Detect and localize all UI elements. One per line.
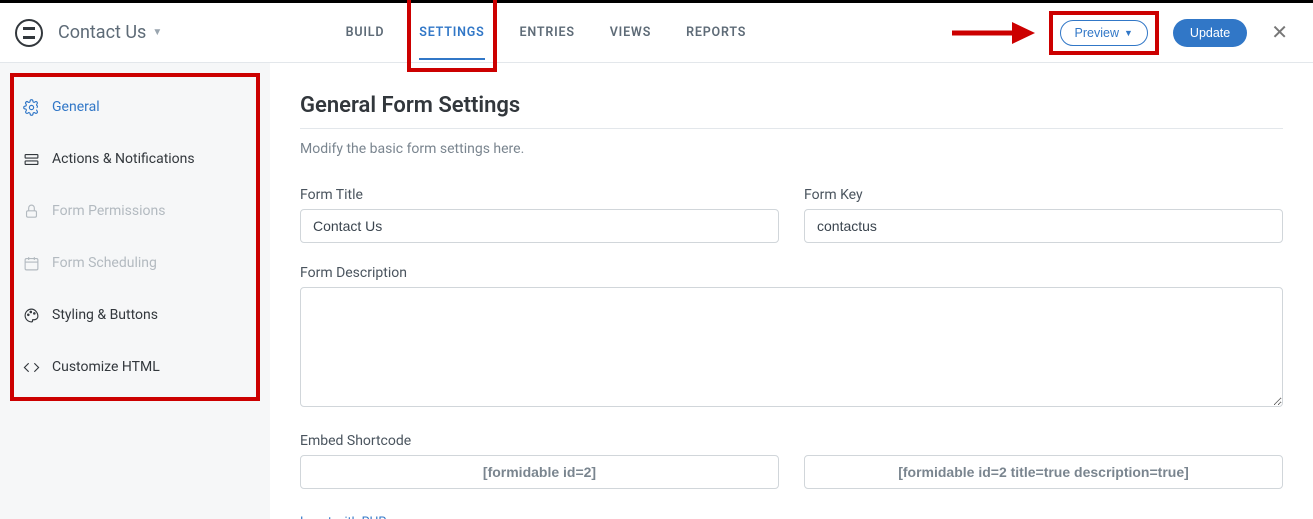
tab-entries[interactable]: ENTRIES [520,5,575,60]
sidebar-item-scheduling[interactable]: Form Scheduling [14,237,256,289]
sidebar-item-label: Form Scheduling [52,255,157,271]
sidebar-item-label: General [52,99,100,115]
sidebar-item-customize-html[interactable]: Customize HTML [14,341,256,393]
close-icon: ✕ [1271,22,1288,44]
preview-button[interactable]: Preview ▼ [1060,20,1148,46]
form-title-label: Form Title [300,187,779,203]
embed-shortcode-label: Embed Shortcode [300,433,1283,449]
caret-down-icon: ▼ [1124,28,1133,38]
sidebar-item-general[interactable]: General [14,81,256,133]
sidebar-item-permissions[interactable]: Form Permissions [14,185,256,237]
form-description-label: Form Description [300,265,1283,281]
form-title-input[interactable] [300,209,779,243]
caret-down-icon: ▼ [152,27,162,38]
page-description: Modify the basic form settings here. [300,141,1283,157]
insert-php-link[interactable]: Insert with PHP [300,515,386,519]
sidebar-item-actions[interactable]: Actions & Notifications [14,133,256,185]
update-button[interactable]: Update [1173,19,1247,47]
form-name-selector[interactable]: Contact Us ▼ [58,22,162,43]
calendar-icon [22,254,40,272]
settings-sidebar: General Actions & Notifications Form Per… [0,63,270,519]
tab-settings[interactable]: SETTINGS [419,5,484,60]
form-name-label: Contact Us [58,22,146,43]
tab-build[interactable]: BUILD [346,5,385,60]
code-icon [22,358,40,376]
close-button[interactable]: ✕ [1261,15,1298,50]
preview-label: Preview [1075,26,1119,40]
form-key-label: Form Key [804,187,1283,203]
form-description-input[interactable] [300,287,1283,407]
main-content: General Form Settings Modify the basic f… [270,63,1313,519]
sidebar-item-label: Customize HTML [52,359,160,375]
form-key-input[interactable] [804,209,1283,243]
logo [15,19,43,47]
sidebar-item-label: Form Permissions [52,203,165,219]
tab-views[interactable]: VIEWS [610,5,651,60]
shortcode-full[interactable] [804,455,1283,489]
sidebar-item-styling[interactable]: Styling & Buttons [14,289,256,341]
shortcode-basic[interactable] [300,455,779,489]
sidebar-item-label: Styling & Buttons [52,307,158,323]
lock-icon [22,202,40,220]
layers-icon [22,150,40,168]
sidebar-item-label: Actions & Notifications [52,151,195,167]
page-title: General Form Settings [300,93,1283,129]
annotation-arrow [950,19,1035,47]
nav-tabs: BUILD SETTINGS ENTRIES VIEWS REPORTS [162,5,929,60]
palette-icon [22,306,40,324]
tab-reports[interactable]: REPORTS [686,5,746,60]
gear-icon [22,98,40,116]
